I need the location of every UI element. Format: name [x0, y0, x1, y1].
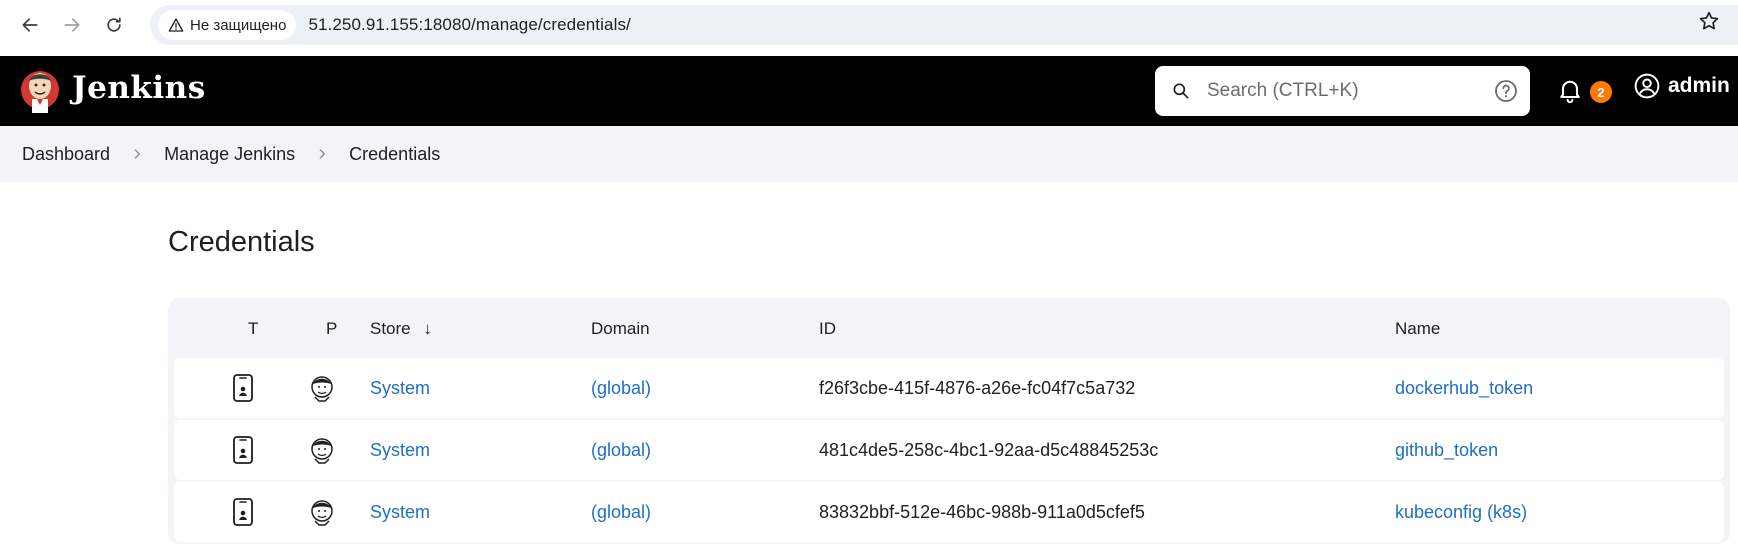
sort-arrow-icon: ↓: [423, 319, 432, 338]
credential-id: 83832bbf-512e-46bc-988b-911a0d5cfef5: [819, 502, 1145, 522]
warning-icon: [168, 18, 184, 32]
breadcrumb-credentials[interactable]: Credentials: [349, 144, 440, 165]
credential-id: f26f3cbe-415f-4876-a26e-fc04f7c5a732: [819, 378, 1136, 398]
credential-name-link[interactable]: github_token: [1395, 440, 1498, 461]
notifications-badge[interactable]: 2: [1590, 81, 1612, 103]
domain-link[interactable]: (global): [591, 378, 651, 399]
store-header-label: Store: [370, 319, 411, 338]
credential-type-icon: [233, 436, 253, 464]
credential-name-link[interactable]: kubeconfig (k8s): [1395, 502, 1527, 523]
column-header-type[interactable]: T: [248, 319, 258, 339]
store-link[interactable]: System: [370, 378, 430, 399]
column-header-store[interactable]: Store ↓: [370, 319, 432, 339]
user-name: admin: [1668, 74, 1730, 97]
notifications-button[interactable]: [1556, 76, 1586, 106]
jenkins-logo-icon[interactable]: [20, 64, 60, 118]
search-icon: [1173, 83, 1189, 99]
breadcrumb: Dashboard Manage Jenkins Credentials: [0, 126, 1738, 182]
column-header-provider[interactable]: P: [326, 319, 337, 339]
credentials-table: T P Store ↓ Domain ID Name System (globa…: [168, 298, 1730, 544]
back-button[interactable]: [12, 7, 48, 43]
browser-toolbar: Не защищено 51.250.91.155:18080/manage/c…: [0, 0, 1738, 50]
search-box[interactable]: [1155, 66, 1530, 116]
bell-icon: [1560, 80, 1580, 104]
page-title: Credentials: [168, 226, 315, 258]
domain-link[interactable]: (global): [591, 440, 651, 461]
table-row: System (global) 83832bbf-512e-46bc-988b-…: [174, 482, 1724, 542]
credential-type-icon: [233, 374, 253, 402]
reload-icon: [107, 17, 121, 32]
reload-button[interactable]: [96, 7, 132, 43]
jenkins-title[interactable]: Jenkins: [72, 70, 206, 106]
jenkins-header: Jenkins 2 admin: [0, 56, 1738, 126]
search-input[interactable]: [1207, 80, 1477, 102]
table-row: System (global) f26f3cbe-415f-4876-a26e-…: [174, 358, 1724, 418]
credential-id: 481c4de5-258c-4bc1-92aa-d5c48845253c: [819, 440, 1159, 460]
column-header-name[interactable]: Name: [1395, 319, 1440, 339]
bookmark-star-icon[interactable]: [1698, 10, 1720, 32]
store-link[interactable]: System: [370, 502, 430, 523]
credential-type-icon: [233, 498, 253, 526]
breadcrumb-dashboard[interactable]: Dashboard: [22, 144, 110, 165]
arrow-right-icon: [64, 18, 80, 32]
jenkins-provider-icon: [311, 438, 333, 464]
store-link[interactable]: System: [370, 440, 430, 461]
column-header-id[interactable]: ID: [819, 319, 836, 339]
arrow-left-icon: [22, 18, 38, 32]
url-text[interactable]: 51.250.91.155:18080/manage/credentials/: [308, 15, 630, 35]
jenkins-provider-icon: [311, 500, 333, 526]
table-header: T P Store ↓ Domain ID Name: [174, 298, 1724, 358]
domain-link[interactable]: (global): [591, 502, 651, 523]
user-menu[interactable]: admin: [1634, 73, 1730, 99]
security-chip[interactable]: Не защищено: [158, 10, 297, 40]
jenkins-provider-icon: [311, 376, 333, 402]
security-label: Не защищено: [190, 16, 287, 34]
credential-name-link[interactable]: dockerhub_token: [1395, 378, 1533, 399]
chevron-right-icon: [134, 149, 141, 159]
address-bar[interactable]: Не защищено 51.250.91.155:18080/manage/c…: [150, 5, 1738, 45]
chevron-right-icon: [319, 149, 326, 159]
forward-button[interactable]: [54, 7, 90, 43]
help-icon[interactable]: [1494, 79, 1518, 103]
table-row: System (global) 481c4de5-258c-4bc1-92aa-…: [174, 420, 1724, 480]
user-avatar-icon: [1634, 73, 1660, 99]
breadcrumb-manage-jenkins[interactable]: Manage Jenkins: [164, 144, 295, 165]
column-header-domain[interactable]: Domain: [591, 319, 650, 339]
